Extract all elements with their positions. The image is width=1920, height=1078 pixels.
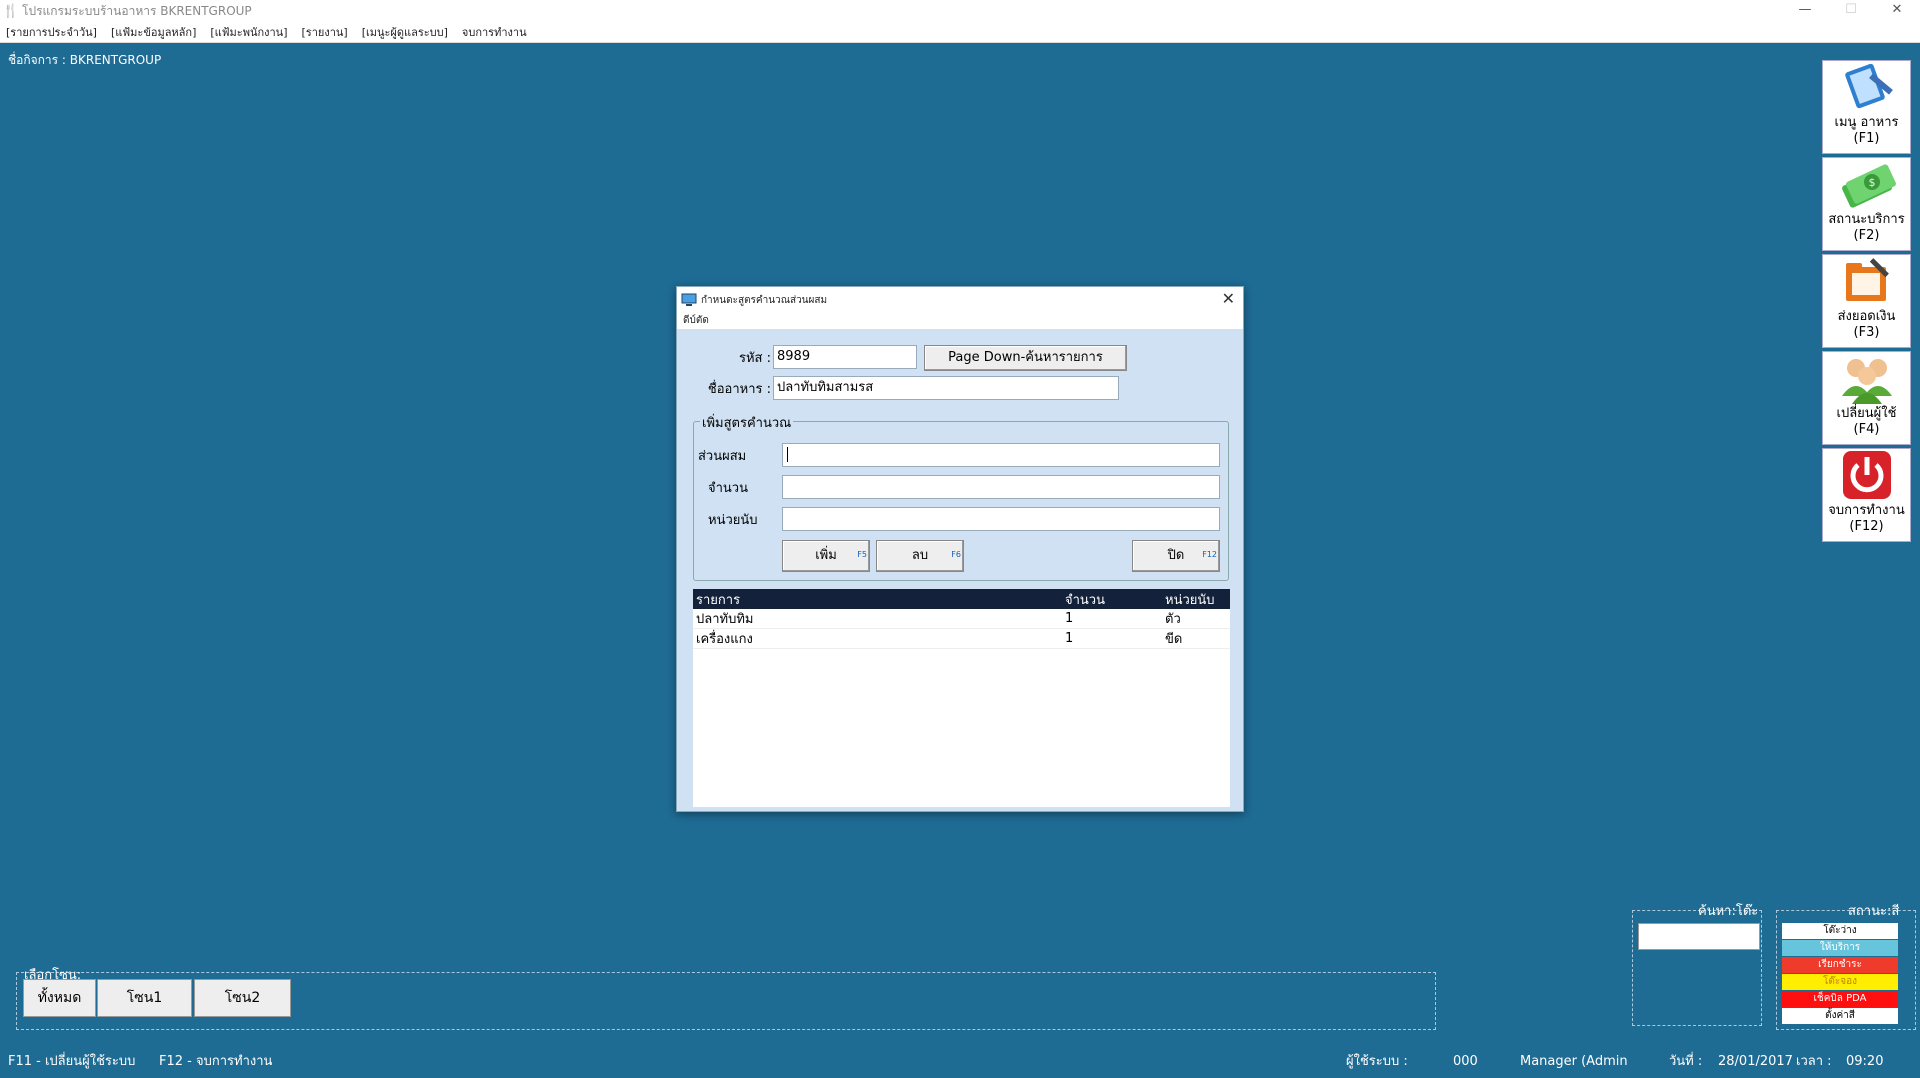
cell-unit: ตัว [1165,612,1181,627]
quantity-input[interactable] [782,475,1220,499]
add-recipe-group-title: เพิ่มสูตรคำนวณ [700,412,794,433]
delete-button[interactable]: ลบ F6 [876,540,964,572]
dialog-title-bar: กำหนดะสูตรคำนวณส่วนผสม ✕ [677,287,1243,313]
menu-admin[interactable]: [เมนูะผู้ดูแลระบบ] [362,23,448,41]
time-label: เวลา : [1796,1054,1832,1069]
zone-1-button[interactable]: โซน1 [97,979,192,1017]
service-status-label: สถานะบริการ [1828,212,1905,227]
menu-employee[interactable]: [แฟ้มะพนักงาน] [210,23,287,41]
code-input[interactable]: 8989 [773,345,917,369]
close-button-label: ปิด [1167,548,1185,563]
power-icon [1842,451,1891,499]
delete-button-key: F6 [951,550,961,559]
business-name: ชื่อกิจการ : BKRENTGROUP [8,53,162,67]
menu-exit[interactable]: จบการทำงาน [462,23,527,41]
money-icon: $ [1841,164,1896,208]
cell-item: เครื่องแกง [696,632,753,647]
date-value: 28/01/2017 [1718,1054,1793,1069]
col-quantity[interactable]: จำนวน [1062,589,1162,610]
col-item[interactable]: รายการ [693,589,1062,610]
list-header: รายการ จำนวน หน่วยนับ [693,589,1230,609]
menu-bar: [รายการประจำวัน] [แฟ้มะข้อมูลหลัก] [แฟ้ม… [0,22,1920,43]
status-color-item: โต๊ะจอง [1782,974,1898,990]
food-name-label: ชื่ออาหาร : [707,382,771,397]
status-color-item: เช็คบิล PDA [1782,991,1898,1007]
cell-quantity: 1 [1065,631,1074,646]
food-menu-label: เมนู อาหาร [1834,115,1899,130]
f12-hint: F12 - จบการทำงาน [159,1054,273,1069]
col-unit[interactable]: หน่วยนับ [1162,589,1230,610]
dialog-close-icon[interactable]: ✕ [1222,289,1235,308]
svg-text:$: $ [1868,176,1875,189]
food-name-input[interactable]: ปลาทับทิมสามรส [773,376,1119,400]
cell-item: ปลาทับทิม [696,612,754,627]
close-button[interactable]: ปิด F12 [1132,540,1220,572]
user-name: Manager (Admin [1520,1054,1628,1069]
food-menu-key: (F1) [1853,131,1880,146]
close-button-key: F12 [1202,550,1217,559]
cell-unit: ขีด [1165,632,1183,647]
fork-knife-icon: 🍴 [2,3,20,19]
dialog-menu[interactable]: ดีบ์ตัด [677,313,1243,329]
window-controls: — ☐ ✕ [1782,0,1920,22]
user-label: ผู้ใช้ระบบ : [1346,1054,1408,1069]
menu-daily[interactable]: [รายการประจำวัน] [6,23,97,41]
send-money-button[interactable]: ส่งยอดเงิน (F3) [1822,254,1911,348]
add-button-key: F5 [857,550,867,559]
table-search-input[interactable] [1638,923,1760,950]
status-color-label: สถานะ:สี [1848,904,1900,919]
send-money-label: ส่งยอดเงิน [1837,309,1896,324]
send-money-key: (F3) [1853,325,1880,340]
book-pencil-icon [1844,63,1893,109]
quantity-label: จำนวน [708,481,748,496]
status-color-item: เรียกชำระ [1782,957,1898,973]
delete-button-label: ลบ [911,548,929,563]
table-search-label: ค้นหา:โต๊ะ [1698,904,1759,919]
change-user-label: เปลี่ยนผู้ใช้ [1836,406,1897,421]
window-title: โปรแกรมระบบร้านอาหาร BKRENTGROUP [22,3,252,18]
menu-report[interactable]: [รายงาน] [302,23,348,41]
list-item[interactable]: เครื่องแกง 1 ขีด [693,629,1230,649]
minimize-button[interactable]: — [1782,0,1828,22]
date-label: วันที่ : [1669,1054,1703,1069]
unit-input[interactable] [782,507,1220,531]
recipe-dialog: กำหนดะสูตรคำนวณส่วนผสม ✕ ดีบ์ตัด รหัส : … [676,286,1244,812]
cell-quantity: 1 [1065,611,1074,626]
title-bar: 🍴 โปรแกรมระบบร้านอาหาร BKRENTGROUP — ☐ ✕ [0,0,1920,22]
add-recipe-group: เพิ่มสูตรคำนวณ ส่วนผสม จำนวน หน่วยนับ เพ… [693,412,1229,581]
ingredient-input[interactable] [782,443,1220,467]
status-color-item[interactable]: ตั้งค่าสี [1782,1008,1898,1024]
service-status-key: (F2) [1853,228,1880,243]
status-color-item: ให้บริการ [1782,940,1898,956]
service-status-button[interactable]: $ สถานะบริการ (F2) [1822,157,1911,251]
food-menu-button[interactable]: เมนู อาหาร (F1) [1822,60,1911,154]
users-icon [1841,359,1892,404]
recipe-list[interactable]: รายการ จำนวน หน่วยนับ ปลาทับทิม 1 ตัว เค… [693,589,1230,807]
add-button[interactable]: เพิ่ม F5 [782,540,870,572]
exit-key: (F12) [1849,519,1884,534]
f11-hint: F11 - เปลี่ยนผู้ใช้ระบบ [8,1054,136,1069]
exit-button[interactable]: จบการทำงาน (F12) [1822,448,1911,542]
change-user-key: (F4) [1853,422,1880,437]
change-user-button[interactable]: เปลี่ยนผู้ใช้ (F4) [1822,351,1911,445]
zone-2-button[interactable]: โซน2 [194,979,291,1017]
user-code: 000 [1453,1054,1478,1069]
list-item[interactable]: ปลาทับทิม 1 ตัว [693,609,1230,629]
close-window-button[interactable]: ✕ [1874,0,1920,22]
code-label: รหัส : [739,351,771,366]
zone-all-button[interactable]: ทั้งหมด [23,979,96,1017]
monitor-icon [681,293,697,306]
page-down-search-button[interactable]: Page Down-ค้นหารายการ [924,345,1127,371]
status-bar: F11 - เปลี่ยนผู้ใช้ระบบ F12 - จบการทำงาน… [0,1050,1920,1074]
dialog-title: กำหนดะสูตรคำนวณส่วนผสม [701,294,828,306]
time-value: 09:20 [1846,1054,1884,1069]
menu-master-data[interactable]: [แฟ้มะข้อมูลหลัก] [111,23,196,41]
add-button-label: เพิ่ม [815,548,837,563]
exit-label: จบการทำงาน [1828,503,1905,518]
folder-edit-icon [1845,258,1889,301]
status-color-item: โต๊ะว่าง [1782,923,1898,939]
maximize-button[interactable]: ☐ [1828,0,1874,22]
ingredient-label: ส่วนผสม [698,449,747,464]
unit-label: หน่วยนับ [708,513,758,528]
